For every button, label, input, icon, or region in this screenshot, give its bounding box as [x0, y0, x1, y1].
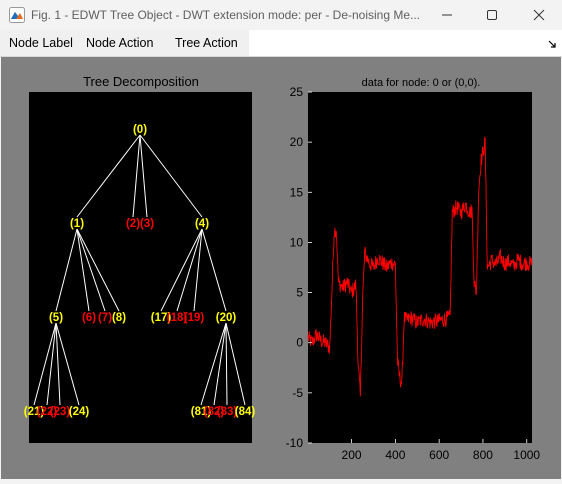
figure-canvas: Tree Decomposition (0) (1) (2) (3) (4) (5) (6)… — [1, 57, 561, 479]
x-tick-label: 200 — [342, 448, 362, 462]
y-tick-label: 20 — [290, 135, 304, 149]
tree-node-2[interactable]: (2) — [126, 218, 140, 230]
tree-node-0[interactable]: (0) — [133, 124, 147, 136]
x-tick-label: 400 — [385, 448, 405, 462]
tree-node-8[interactable]: (8) — [112, 312, 126, 324]
menu-strip: Node Label Node Action Tree Action — [0, 30, 249, 56]
tree-node-7[interactable]: (7) — [98, 312, 112, 324]
tree-node-84[interactable]: (84) — [235, 406, 256, 418]
tree-node-3[interactable]: (3) — [140, 218, 154, 230]
chart-title: data for node: 0 or (0,0). — [362, 77, 481, 89]
tree-panel-title: Tree Decomposition — [83, 74, 199, 89]
y-tick-label: 25 — [290, 85, 304, 99]
close-icon[interactable] — [516, 0, 562, 30]
tree-node-4[interactable]: (4) — [195, 218, 209, 230]
tree-node-6[interactable]: (6) — [82, 312, 96, 324]
tree-node-24[interactable]: (24) — [69, 406, 90, 418]
x-tick-label: 600 — [429, 448, 449, 462]
matlab-figure-icon — [9, 7, 25, 23]
window-titlebar: Fig. 1 - EDWT Tree Object - DWT extensio… — [0, 0, 562, 30]
menu-tree-action[interactable]: Tree Action — [175, 36, 238, 50]
chart-axes[interactable] — [308, 92, 532, 443]
y-tick-label: -5 — [292, 386, 303, 400]
x-tick-label: 800 — [473, 448, 493, 462]
y-tick-label: 0 — [296, 336, 303, 350]
y-tick-label: 15 — [290, 185, 304, 199]
y-tick-label: -10 — [286, 436, 304, 450]
minimize-icon[interactable] — [424, 0, 470, 30]
tree-node-20[interactable]: (20) — [216, 312, 237, 324]
figure-svg: Tree Decomposition (0) (1) (2) (3) (4) (5) (6)… — [24, 74, 541, 462]
menu-node-action[interactable]: Node Action — [86, 36, 153, 50]
tree-node-23[interactable]: (23) — [50, 406, 71, 418]
tree-node-5[interactable]: (5) — [49, 312, 63, 324]
menu-node-label[interactable]: Node Label — [9, 36, 73, 50]
maximize-icon[interactable] — [469, 0, 515, 30]
window-title: Fig. 1 - EDWT Tree Object - DWT extensio… — [31, 8, 421, 22]
tree-node-19[interactable]: (19) — [184, 312, 205, 324]
x-tick-label: 1000 — [513, 448, 540, 462]
y-tick-label: 10 — [290, 235, 304, 249]
menu-overflow-icon[interactable] — [548, 40, 557, 49]
tree-node-1[interactable]: (1) — [70, 218, 84, 230]
y-tick-label: 5 — [296, 286, 303, 300]
